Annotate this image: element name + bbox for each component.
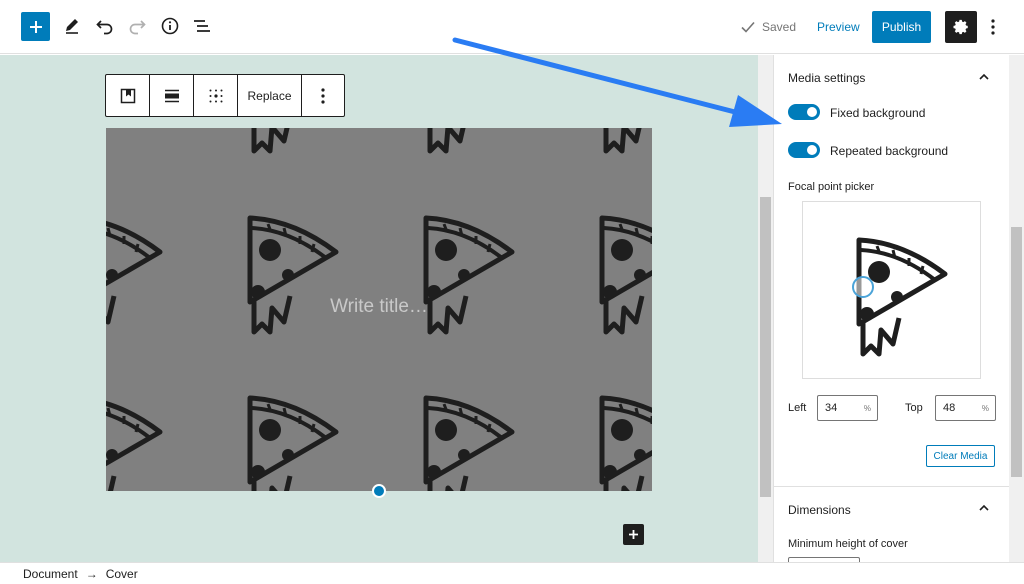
plus-icon [629, 530, 638, 539]
breadcrumb: Document → Cover [0, 562, 1024, 584]
dimensions-panel-title[interactable]: Dimensions [788, 503, 851, 517]
breadcrumb-document[interactable]: Document [23, 567, 78, 581]
options-menu-button[interactable] [984, 14, 1002, 40]
matrix-grid-icon [209, 89, 222, 102]
editor-header: Saved Preview Publish [0, 0, 1024, 54]
sidebar-scrollbar-thumb[interactable] [1011, 227, 1022, 477]
info-icon [161, 17, 179, 35]
align-full-icon [164, 89, 179, 102]
fixed-background-label: Fixed background [830, 106, 926, 120]
align-button[interactable] [150, 75, 194, 116]
focal-left-value: 34 [825, 402, 838, 414]
left-label: Left [788, 402, 807, 414]
add-block-button[interactable] [21, 12, 50, 41]
saved-status: Saved [740, 19, 796, 35]
focal-top-value: 48 [943, 402, 956, 414]
undo-icon [96, 20, 113, 35]
repeated-background-toggle[interactable] [788, 142, 820, 158]
block-type-button[interactable] [106, 75, 150, 116]
redo-icon [129, 20, 146, 35]
canvas-scrollbar-thumb[interactable] [760, 197, 771, 497]
fixed-background-toggle[interactable] [788, 104, 820, 120]
saved-label: Saved [762, 20, 797, 34]
sidebar-scrollbar[interactable] [1009, 55, 1024, 562]
preview-button[interactable]: Preview [817, 20, 860, 34]
media-settings-panel-title[interactable]: Media settings [788, 71, 865, 85]
matrix-align-button[interactable] [194, 75, 238, 116]
check-icon [741, 21, 755, 33]
list-view-button[interactable] [190, 14, 214, 38]
top-label: Top [905, 402, 923, 414]
redo-button[interactable] [125, 14, 149, 38]
cover-resize-handle[interactable] [372, 484, 386, 498]
publish-button[interactable]: Publish [872, 11, 931, 43]
tools-button[interactable] [60, 14, 84, 38]
clear-media-button[interactable]: Clear Media [926, 445, 995, 467]
block-options-button[interactable] [302, 75, 344, 116]
chevron-up-icon[interactable] [977, 501, 991, 515]
canvas-scrollbar[interactable] [758, 55, 773, 562]
panel-divider [774, 486, 1009, 487]
focal-point-handle[interactable] [852, 276, 874, 298]
focal-point-picker[interactable] [802, 201, 981, 379]
plus-icon [29, 20, 42, 33]
focal-left-input[interactable]: 34 % [817, 395, 878, 421]
focal-top-unit: % [981, 403, 989, 413]
cover-block-icon [120, 88, 135, 103]
settings-button[interactable] [945, 11, 977, 43]
chevron-up-icon[interactable] [977, 70, 991, 84]
pizza-image-preview [856, 237, 948, 357]
cover-title-placeholder[interactable]: Write title… [106, 296, 652, 318]
block-toolbar: Replace [105, 74, 345, 117]
replace-media-button[interactable]: Replace [238, 75, 302, 116]
focal-left-unit: % [863, 403, 871, 413]
list-view-icon [194, 20, 210, 32]
block-inserter-button[interactable] [623, 524, 644, 545]
kebab-icon [321, 87, 325, 104]
repeated-background-label: Repeated background [830, 144, 949, 158]
details-button[interactable] [158, 14, 182, 38]
replace-label: Replace [247, 88, 292, 103]
min-height-label: Minimum height of cover [788, 538, 908, 550]
focal-top-input[interactable]: 48 % [935, 395, 996, 421]
focal-point-label: Focal point picker [788, 181, 875, 193]
gear-icon [953, 19, 968, 35]
kebab-icon [991, 19, 995, 35]
cover-block[interactable]: Write title… [106, 128, 652, 491]
breadcrumb-separator: → [85, 566, 98, 581]
breadcrumb-cover[interactable]: Cover [106, 567, 138, 581]
undo-button[interactable] [93, 14, 117, 38]
pencil-icon [66, 19, 78, 34]
